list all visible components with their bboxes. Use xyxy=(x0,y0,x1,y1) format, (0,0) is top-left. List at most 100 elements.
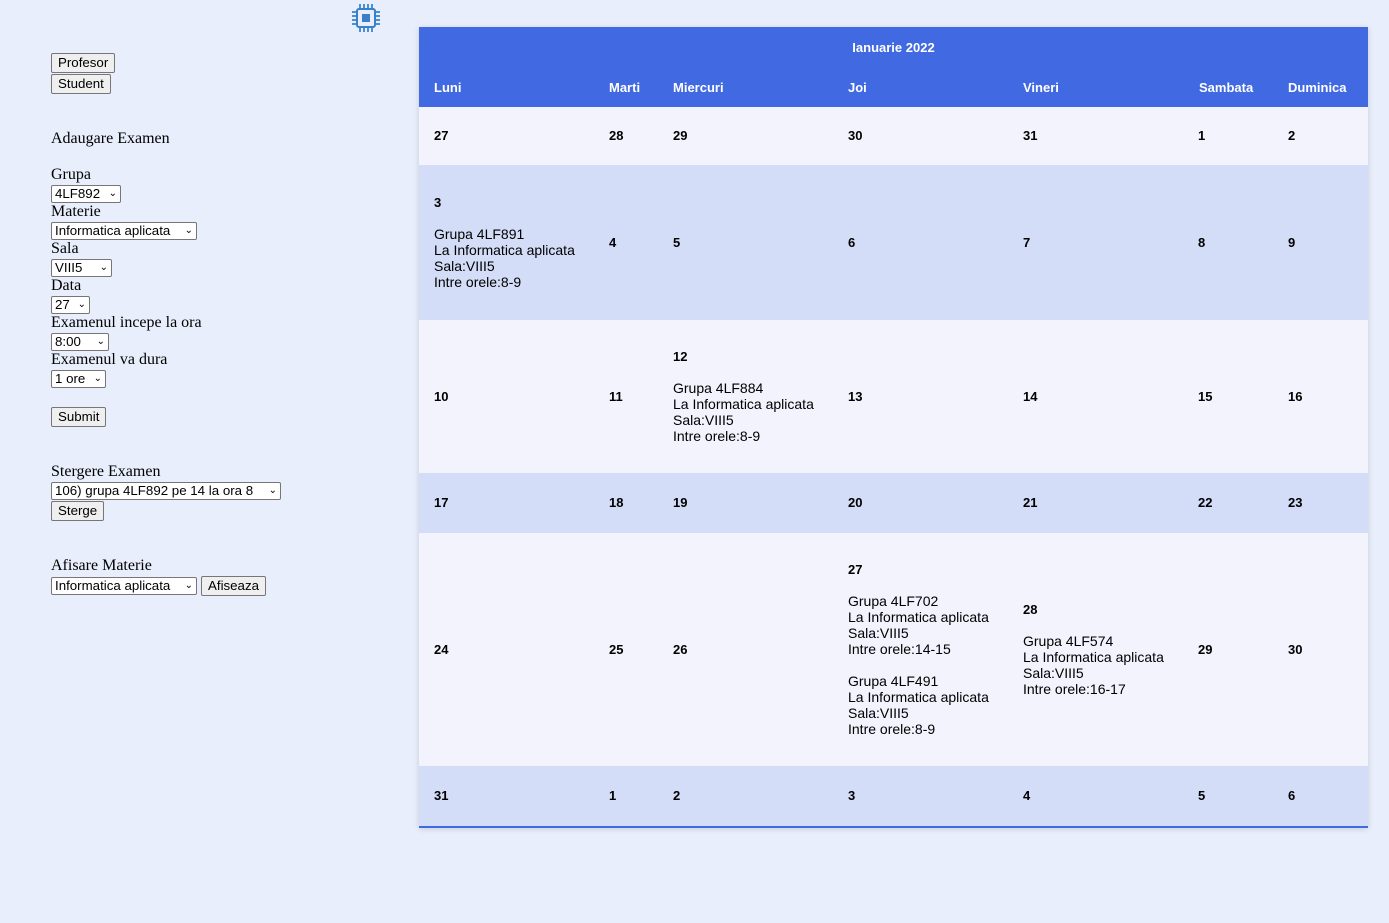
day-number: 2 xyxy=(673,788,681,803)
day-cell[interactable]: 24 xyxy=(434,533,604,766)
day-name: Vineri xyxy=(1023,80,1059,95)
day-cell[interactable]: 20 xyxy=(848,473,1018,533)
day-number: 21 xyxy=(1023,495,1038,510)
day-number: 20 xyxy=(848,495,863,510)
profesor-button[interactable]: Profesor xyxy=(51,53,116,73)
day-cell[interactable]: 31 xyxy=(1023,107,1193,165)
day-cell[interactable]: 17 xyxy=(434,473,604,533)
day-number: 8 xyxy=(1198,234,1206,250)
materie-select[interactable]: Informatica aplicata ⌄ xyxy=(51,222,197,240)
day-name: Miercuri xyxy=(673,80,724,95)
calendar-header: Ianuarie 2022 Luni Marti Miercuri Joi Vi… xyxy=(419,27,1368,107)
student-button[interactable]: Student xyxy=(51,74,111,94)
day-number: 12 xyxy=(673,349,688,364)
day-number: 29 xyxy=(1198,641,1213,657)
day-cell[interactable]: 29 xyxy=(1198,533,1283,766)
day-cell[interactable]: 1 xyxy=(1198,107,1283,165)
day-cell[interactable]: 4 xyxy=(1023,766,1193,826)
event-grupa: Grupa 4LF702 xyxy=(848,593,939,609)
start-label: Examenul incepe la ora xyxy=(51,314,202,331)
day-number: 13 xyxy=(848,388,863,404)
grupa-select[interactable]: 4LF892 ⌄ xyxy=(51,185,121,203)
event-grupa: Grupa 4LF491 xyxy=(848,673,939,689)
event-sala: Sala:VIII5 xyxy=(673,412,734,428)
start-select[interactable]: 8:00 ⌄ xyxy=(51,333,109,351)
day-number: 24 xyxy=(434,641,449,657)
day-cell[interactable]: 21 xyxy=(1023,473,1193,533)
duration-select[interactable]: 1 ore ⌄ xyxy=(51,370,106,388)
day-cell[interactable]: 27 Grupa 4LF702 La Informatica aplicata Sal… xyxy=(848,533,1018,766)
day-cell[interactable]: 30 xyxy=(1288,533,1363,766)
week-row: 31 1 2 3 4 5 6 xyxy=(419,766,1368,826)
event-grupa: Grupa 4LF884 xyxy=(673,380,764,396)
day-number: 30 xyxy=(1288,641,1303,657)
day-cell[interactable]: 1 xyxy=(609,766,669,826)
chevron-down-icon: ⌄ xyxy=(184,580,193,591)
chevron-down-icon: ⌄ xyxy=(96,336,105,347)
day-cell[interactable]: 8 xyxy=(1198,165,1283,320)
day-cell[interactable]: 6 xyxy=(848,165,1018,320)
week-row: 27 28 29 30 31 1 2 xyxy=(419,107,1368,165)
submit-button[interactable]: Submit xyxy=(51,407,107,427)
day-cell[interactable]: 29 xyxy=(673,107,843,165)
day-cell[interactable]: 3 Grupa 4LF891 La Informatica aplicata Sala… xyxy=(434,165,604,320)
event-grupa: Grupa 4LF574 xyxy=(1023,633,1114,649)
event-sala: Sala:VIII5 xyxy=(848,625,909,641)
chevron-down-icon: ⌄ xyxy=(108,188,117,199)
day-cell[interactable]: 28 xyxy=(609,107,669,165)
day-cell[interactable]: 4 xyxy=(609,165,669,320)
day-cell[interactable]: 15 xyxy=(1198,320,1283,473)
day-cell[interactable]: 6 xyxy=(1288,766,1363,826)
day-cell[interactable]: 7 xyxy=(1023,165,1193,320)
day-cell[interactable]: 16 xyxy=(1288,320,1363,473)
day-name: Duminica xyxy=(1288,80,1347,95)
day-cell[interactable]: 5 xyxy=(673,165,843,320)
day-cell[interactable]: 25 xyxy=(609,533,669,766)
day-number: 31 xyxy=(1023,128,1038,143)
sala-select[interactable]: VIII5 ⌄ xyxy=(51,259,112,277)
day-cell[interactable]: 2 xyxy=(673,766,843,826)
day-cell[interactable]: 27 xyxy=(434,107,604,165)
data-label: Data xyxy=(51,277,82,294)
event-materie: La Informatica aplicata xyxy=(1023,649,1164,665)
exam-event: Grupa 4LF574 La Informatica aplicata Sala:… xyxy=(1023,633,1193,697)
day-number: 5 xyxy=(1198,788,1206,803)
day-cell[interactable]: 22 xyxy=(1198,473,1283,533)
afiseaza-button[interactable]: Afiseaza xyxy=(201,576,266,596)
day-cell[interactable]: 18 xyxy=(609,473,669,533)
day-cell[interactable]: 10 xyxy=(434,320,604,473)
chevron-down-icon: ⌄ xyxy=(268,485,277,496)
day-number: 31 xyxy=(434,788,449,803)
day-cell[interactable]: 2 xyxy=(1288,107,1363,165)
show-subject-select[interactable]: Informatica aplicata ⌄ xyxy=(51,577,197,595)
materie-label: Materie xyxy=(51,203,101,220)
day-cell[interactable]: 12 Grupa 4LF884 La Informatica aplicata Sal… xyxy=(673,320,843,473)
day-number: 28 xyxy=(1023,602,1038,617)
day-cell[interactable]: 31 xyxy=(434,766,604,826)
event-ore: Intre orele:8-9 xyxy=(434,274,522,290)
day-cell[interactable]: 19 xyxy=(673,473,843,533)
day-number: 23 xyxy=(1288,495,1303,510)
day-cell[interactable]: 23 xyxy=(1288,473,1363,533)
day-cell[interactable]: 5 xyxy=(1198,766,1283,826)
day-cell[interactable]: 13 xyxy=(848,320,1018,473)
day-number: 9 xyxy=(1288,234,1296,250)
data-select[interactable]: 27 ⌄ xyxy=(51,296,90,314)
week-row: 24 25 26 27 Grupa 4LF702 La Informatica aplic… xyxy=(419,533,1368,766)
event-sala: Sala:VIII5 xyxy=(434,258,495,274)
sterge-button[interactable]: Sterge xyxy=(51,501,105,521)
chevron-down-icon: ⌄ xyxy=(77,299,86,310)
day-cell[interactable]: 30 xyxy=(848,107,1018,165)
day-cell[interactable]: 3 xyxy=(848,766,1018,826)
day-cell[interactable]: 9 xyxy=(1288,165,1363,320)
day-cell[interactable]: 14 xyxy=(1023,320,1193,473)
delete-exam-select[interactable]: 106) grupa 4LF892 pe 14 la ora 8 ⌄ xyxy=(51,482,281,500)
day-cell[interactable]: 28 Grupa 4LF574 La Informatica aplicata Sal… xyxy=(1023,533,1193,766)
day-cell[interactable]: 11 xyxy=(609,320,669,473)
day-number: 2 xyxy=(1288,128,1296,143)
event-ore: Intre orele:8-9 xyxy=(848,721,936,737)
event-grupa: Grupa 4LF891 xyxy=(434,226,525,242)
day-cell[interactable]: 26 xyxy=(673,533,843,766)
chevron-down-icon: ⌄ xyxy=(184,225,193,236)
show-subject-title: Afisare Materie xyxy=(51,557,152,574)
